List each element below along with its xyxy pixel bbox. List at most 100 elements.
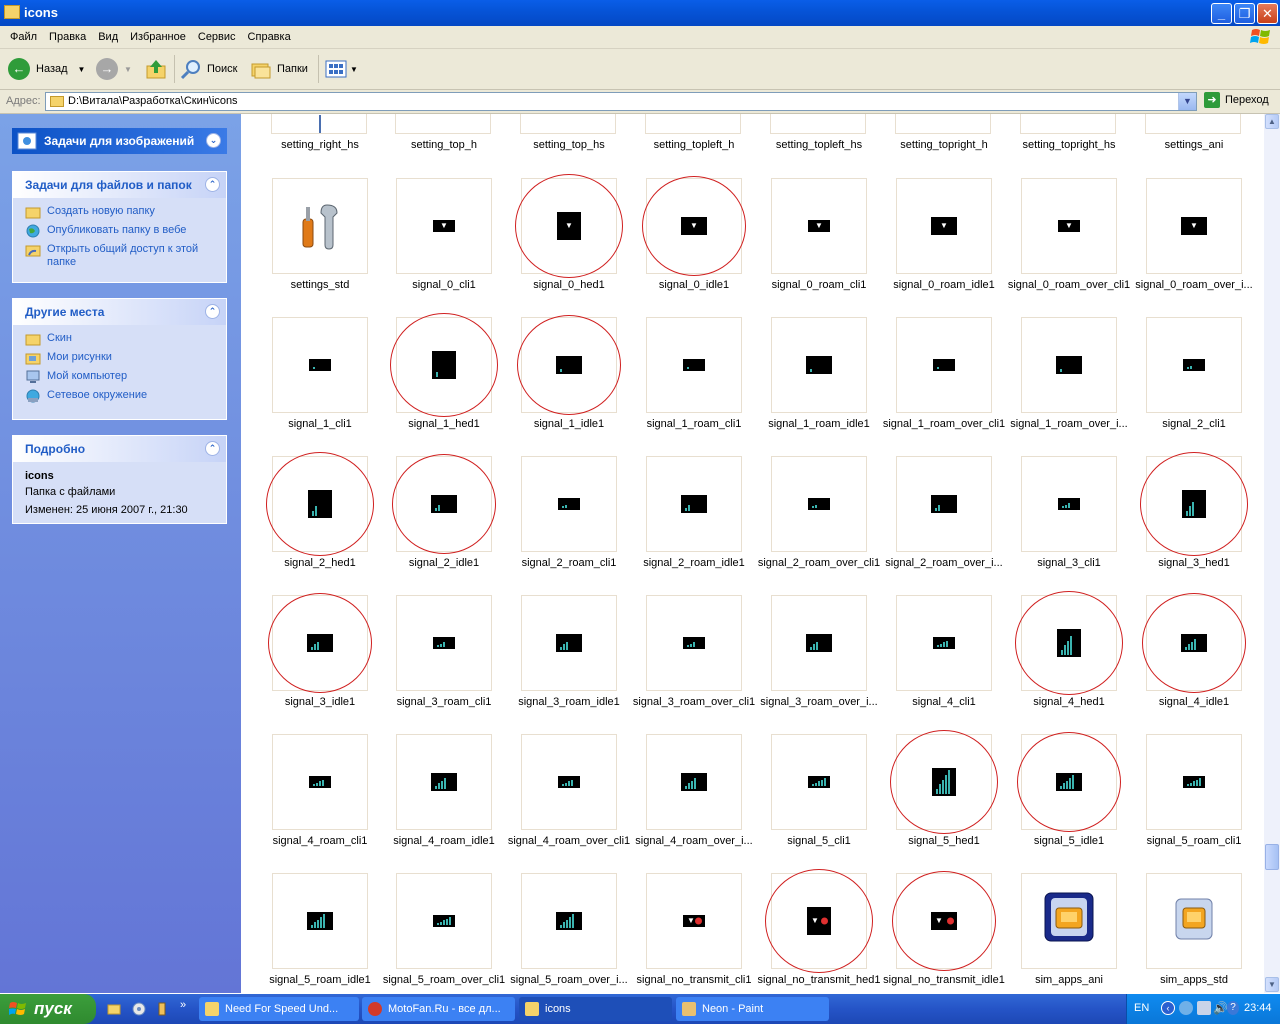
file-name[interactable]: signal_5_roam_over_cli1	[382, 974, 506, 986]
file-name[interactable]: signal_5_hed1	[882, 835, 1006, 847]
file-thumbnail[interactable]	[1146, 456, 1242, 552]
file-thumbnail[interactable]	[646, 317, 742, 413]
file-name[interactable]: signal_1_roam_cli1	[632, 418, 756, 430]
close-button[interactable]: ✕	[1257, 3, 1278, 24]
quicklaunch-explorer-icon[interactable]	[106, 1001, 122, 1017]
file-name[interactable]: signal_1_roam_over_cli1	[882, 418, 1006, 430]
search-button[interactable]: Поиск	[180, 57, 237, 81]
file-name[interactable]: signal_3_roam_over_i...	[757, 696, 881, 708]
other-places-header[interactable]: Другие места ⌃	[13, 299, 226, 325]
file-name[interactable]: setting_topright_hs	[1007, 139, 1131, 151]
file-thumbnail[interactable]	[272, 595, 368, 691]
file-name[interactable]: signal_3_hed1	[1132, 557, 1256, 569]
place-my-computer-link[interactable]: Мой компьютер	[13, 367, 226, 386]
file-name[interactable]: signal_0_roam_cli1	[757, 279, 881, 291]
file-name[interactable]: signal_1_roam_over_i...	[1007, 418, 1131, 430]
file-thumbnail[interactable]	[396, 317, 492, 413]
file-name[interactable]: sim_apps_ani	[1007, 974, 1131, 986]
maximize-button[interactable]: ❐	[1234, 3, 1255, 24]
forward-dropdown-icon[interactable]: ▼	[124, 65, 132, 74]
file-thumbnail[interactable]	[645, 114, 741, 134]
file-thumbnail[interactable]	[520, 114, 616, 134]
file-thumbnail[interactable]	[396, 595, 492, 691]
up-folder-button[interactable]	[145, 57, 167, 81]
file-name[interactable]: signal_5_cli1	[757, 835, 881, 847]
image-tasks-header[interactable]: Задачи для изображений ⌄	[12, 128, 227, 154]
file-name[interactable]: signal_3_roam_idle1	[507, 696, 631, 708]
quicklaunch-expand-icon[interactable]: »	[180, 999, 186, 1011]
back-button[interactable]: ← Назад ▼	[8, 57, 85, 81]
file-thumbnail[interactable]	[521, 317, 617, 413]
file-thumbnail[interactable]	[272, 734, 368, 830]
task-paint[interactable]: Neon - Paint	[676, 997, 829, 1021]
address-dropdown-icon[interactable]: ▼	[1178, 93, 1196, 110]
file-thumbnail[interactable]	[271, 114, 367, 134]
file-thumbnail[interactable]	[771, 317, 867, 413]
file-thumbnail[interactable]	[272, 317, 368, 413]
file-thumbnail[interactable]: ▼	[1021, 178, 1117, 274]
file-thumbnail[interactable]: ▼	[896, 873, 992, 969]
file-name[interactable]: signal_2_roam_over_cli1	[757, 557, 881, 569]
file-thumbnail[interactable]	[272, 178, 368, 274]
file-name[interactable]: setting_right_hs	[258, 139, 382, 151]
vertical-scrollbar[interactable]: ▲ ▼	[1264, 114, 1280, 993]
file-thumbnail[interactable]	[521, 873, 617, 969]
file-name[interactable]: setting_top_h	[382, 139, 506, 151]
file-tasks-header[interactable]: Задачи для файлов и папок ⌃	[13, 172, 226, 198]
place-network-link[interactable]: Сетевое окружение	[13, 386, 226, 405]
file-thumbnail[interactable]: ▼	[396, 178, 492, 274]
file-thumbnail[interactable]	[896, 595, 992, 691]
file-name[interactable]: signal_0_cli1	[382, 279, 506, 291]
file-thumbnail[interactable]: ▼	[646, 873, 742, 969]
file-thumbnail[interactable]	[895, 114, 991, 134]
file-thumbnail[interactable]	[646, 734, 742, 830]
file-name[interactable]: signal_1_idle1	[507, 418, 631, 430]
file-name[interactable]: signal_4_idle1	[1132, 696, 1256, 708]
views-dropdown-icon[interactable]: ▼	[350, 65, 358, 74]
file-name[interactable]: signal_1_cli1	[258, 418, 382, 430]
file-name[interactable]: signal_0_roam_over_cli1	[1007, 279, 1131, 291]
file-thumbnail[interactable]	[1146, 317, 1242, 413]
back-dropdown-icon[interactable]: ▼	[78, 65, 86, 74]
file-thumbnail[interactable]	[771, 734, 867, 830]
file-thumbnail[interactable]: ▼	[521, 178, 617, 274]
file-thumbnail[interactable]	[1020, 114, 1116, 134]
collapse-chevron-icon[interactable]: ⌃	[205, 177, 220, 192]
file-name[interactable]: setting_topleft_hs	[757, 139, 881, 151]
quicklaunch-app-icon[interactable]	[154, 1001, 170, 1017]
file-name[interactable]: signal_4_roam_over_i...	[632, 835, 756, 847]
file-thumbnail[interactable]	[1021, 873, 1117, 969]
file-name[interactable]: signal_2_roam_cli1	[507, 557, 631, 569]
file-thumbnail[interactable]	[521, 595, 617, 691]
file-name[interactable]: signal_5_idle1	[1007, 835, 1131, 847]
file-name[interactable]: signal_4_roam_cli1	[258, 835, 382, 847]
task-need-for-speed[interactable]: Need For Speed Und...	[199, 997, 359, 1021]
file-thumbnail[interactable]: ▼	[896, 178, 992, 274]
file-name[interactable]: signal_no_transmit_hed1	[757, 974, 881, 986]
file-thumbnail[interactable]: ▼	[1146, 178, 1242, 274]
file-thumbnail[interactable]	[1021, 734, 1117, 830]
file-thumbnail[interactable]	[396, 873, 492, 969]
file-thumbnail[interactable]	[272, 456, 368, 552]
file-name[interactable]: setting_topright_h	[882, 139, 1006, 151]
title-bar[interactable]: icons _ ❐ ✕	[0, 0, 1280, 26]
file-name[interactable]: signal_2_roam_idle1	[632, 557, 756, 569]
file-thumbnail[interactable]	[771, 595, 867, 691]
place-skin-link[interactable]: Скин	[13, 329, 226, 348]
file-thumbnail[interactable]	[396, 734, 492, 830]
file-thumbnail[interactable]	[521, 734, 617, 830]
file-name[interactable]: signal_2_hed1	[258, 557, 382, 569]
menu-tools[interactable]: Сервис	[192, 26, 242, 48]
file-view[interactable]: setting_right_hs setting_top_h setting_top…	[241, 114, 1264, 993]
file-name[interactable]: setting_top_hs	[507, 139, 631, 151]
file-name[interactable]: signal_4_hed1	[1007, 696, 1131, 708]
file-thumbnail[interactable]	[395, 114, 491, 134]
file-name[interactable]: signal_3_cli1	[1007, 557, 1131, 569]
menu-view[interactable]: Вид	[92, 26, 124, 48]
file-name[interactable]: signal_1_roam_idle1	[757, 418, 881, 430]
file-name[interactable]: setting_topleft_h	[632, 139, 756, 151]
details-header[interactable]: Подробно ⌃	[13, 436, 226, 462]
file-name[interactable]: signal_0_idle1	[632, 279, 756, 291]
share-folder-link[interactable]: Открыть общий доступ к этой папке	[13, 240, 226, 271]
file-thumbnail[interactable]	[896, 456, 992, 552]
